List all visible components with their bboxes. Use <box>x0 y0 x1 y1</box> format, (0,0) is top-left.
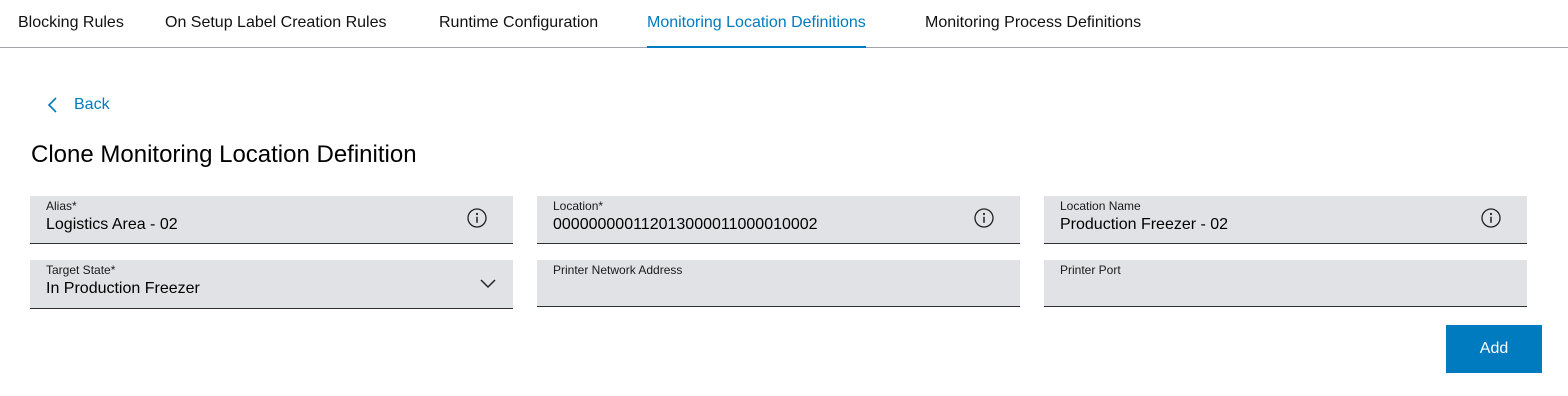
target-state-value: In Production Freezer <box>46 280 200 297</box>
info-icon[interactable] <box>1481 208 1501 228</box>
printer-network-address-label: Printer Network Address <box>553 263 683 277</box>
tab-monitoring-process-definitions[interactable]: Monitoring Process Definitions <box>925 0 1141 48</box>
page: Blocking Rules On Setup Label Creation R… <box>0 0 1568 396</box>
location-field[interactable]: Location* 000000000112013000011000010002 <box>537 196 1020 244</box>
chevron-left-icon <box>47 97 57 113</box>
tab-bar: Blocking Rules On Setup Label Creation R… <box>0 0 1568 48</box>
tab-on-setup-label-creation-rules[interactable]: On Setup Label Creation Rules <box>165 0 386 48</box>
location-name-field-value: Production Freezer - 02 <box>1060 216 1229 233</box>
chevron-down-icon[interactable] <box>479 277 497 289</box>
back-link[interactable]: Back <box>46 94 110 116</box>
info-icon[interactable] <box>974 208 994 228</box>
tab-runtime-configuration[interactable]: Runtime Configuration <box>439 0 598 48</box>
target-state-dropdown[interactable]: Target State* In Production Freezer <box>30 260 513 309</box>
location-name-field-label: Location Name <box>1060 199 1141 213</box>
target-state-label: Target State* <box>46 263 116 277</box>
printer-port-field[interactable]: Printer Port <box>1044 260 1527 307</box>
alias-field-label: Alias* <box>46 199 77 213</box>
location-field-value: 000000000112013000011000010002 <box>553 216 818 233</box>
location-name-field[interactable]: Location Name Production Freezer - 02 <box>1044 196 1527 244</box>
back-label: Back <box>74 96 110 113</box>
tab-monitoring-location-definitions[interactable]: Monitoring Location Definitions <box>647 0 866 48</box>
printer-network-address-field[interactable]: Printer Network Address <box>537 260 1020 307</box>
printer-port-label: Printer Port <box>1060 263 1121 277</box>
location-field-label: Location* <box>553 199 604 213</box>
page-title: Clone Monitoring Location Definition <box>31 141 417 168</box>
add-button[interactable]: Add <box>1446 325 1542 373</box>
alias-field[interactable]: Alias* Logistics Area - 02 <box>30 196 513 244</box>
tab-blocking-rules[interactable]: Blocking Rules <box>18 0 124 48</box>
alias-field-value: Logistics Area - 02 <box>46 216 178 233</box>
info-icon[interactable] <box>467 208 487 228</box>
